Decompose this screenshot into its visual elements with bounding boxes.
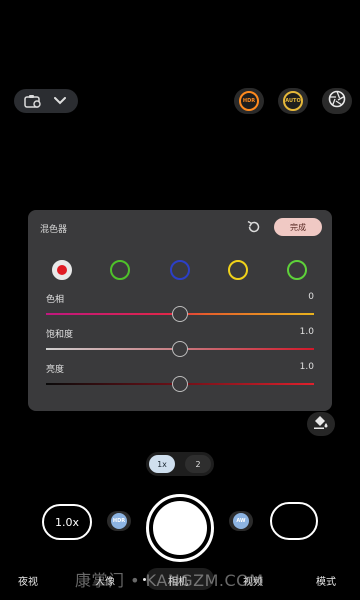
- brightness-label: 亮度: [46, 365, 65, 375]
- saturation-label: 饱和度: [46, 330, 74, 340]
- chevron-down-icon: [54, 97, 66, 105]
- shutter-button[interactable]: [146, 494, 214, 562]
- mode-night[interactable]: 夜视: [18, 573, 38, 588]
- zoom-ratio-button[interactable]: 1.0x: [42, 504, 92, 540]
- hue-value: 0: [308, 292, 314, 302]
- mode-bar: 夜视 人像 相机 视频 模式: [0, 566, 360, 594]
- zoom-option-2[interactable]: 2: [185, 455, 211, 473]
- mode-more[interactable]: 模式: [316, 573, 336, 588]
- aperture-button[interactable]: [322, 88, 352, 114]
- auto-mode-button[interactable]: AUTO: [278, 88, 308, 114]
- saturation-value: 1.0: [299, 327, 314, 337]
- camera-settings-icon: [24, 94, 42, 108]
- reset-icon[interactable]: [246, 219, 262, 239]
- awb-badge-icon: AW: [233, 513, 249, 529]
- hdr-badge-icon: HDR: [111, 513, 127, 529]
- mode-portrait[interactable]: 人像: [95, 573, 115, 588]
- done-button[interactable]: 完成: [274, 218, 322, 236]
- ring-orange-icon: HDR: [239, 91, 259, 111]
- hue-label: 色相: [46, 295, 65, 305]
- brightness-value: 1.0: [299, 362, 314, 372]
- color-fill-button[interactable]: [307, 412, 335, 436]
- aperture-icon: [328, 90, 346, 112]
- awb-badge-button[interactable]: AW: [229, 511, 253, 531]
- swatch-blue[interactable]: [170, 260, 190, 280]
- zoom-selector: 1x 2: [146, 452, 214, 476]
- saturation-slider-thumb[interactable]: [172, 341, 188, 357]
- ring-gold-icon: AUTO: [283, 91, 303, 111]
- mode-camera[interactable]: 相机: [168, 573, 188, 588]
- shutter-inner: [153, 501, 207, 555]
- panel-title: 混色器: [40, 225, 68, 235]
- gallery-thumbnail[interactable]: [270, 502, 318, 540]
- swatch-green[interactable]: [110, 260, 130, 280]
- hdr-mode-button[interactable]: HDR: [234, 88, 264, 114]
- swatch-yellow[interactable]: [228, 260, 248, 280]
- mode-video[interactable]: 视频: [243, 573, 263, 588]
- zoom-option-1x[interactable]: 1x: [149, 455, 175, 473]
- color-mixer-panel: 混色器 完成 色相 0 饱和度 1.0 亮度 1.0: [28, 210, 332, 411]
- camera-settings-pill[interactable]: [14, 89, 78, 113]
- hdr-badge-button[interactable]: HDR: [107, 511, 131, 531]
- paint-bucket-icon: [313, 414, 329, 434]
- brightness-slider-thumb[interactable]: [172, 376, 188, 392]
- mode-indicator-dot: [143, 578, 146, 581]
- swatch-light-green[interactable]: [287, 260, 307, 280]
- swatch-red[interactable]: [52, 260, 72, 280]
- hue-slider-thumb[interactable]: [172, 306, 188, 322]
